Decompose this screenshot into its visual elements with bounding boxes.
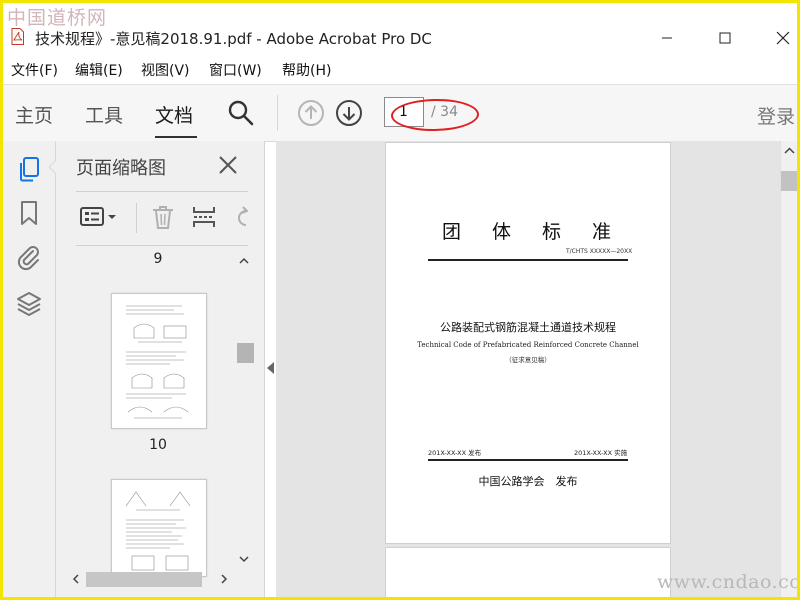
document-page-2 [386, 548, 670, 597]
page-rule-bottom [428, 459, 628, 461]
close-panel-icon[interactable] [216, 153, 240, 177]
doc-scroll-up-icon[interactable] [781, 143, 798, 159]
login-link[interactable]: 登录 [757, 102, 795, 129]
panel-divider [76, 191, 248, 192]
close-icon [776, 31, 790, 45]
thumbnail-preview-2 [125, 491, 191, 571]
search-icon[interactable] [227, 99, 255, 127]
bookmark-icon[interactable] [15, 199, 43, 227]
insert-page-icon[interactable] [190, 203, 218, 231]
panel-divider-2 [76, 245, 248, 246]
trash-icon[interactable] [150, 203, 176, 231]
thumbnail-page-11[interactable] [111, 479, 207, 577]
pdf-file-icon [11, 28, 24, 45]
menu-view[interactable]: 视图(V) [141, 60, 190, 80]
menu-file[interactable]: 文件(F) [11, 60, 58, 80]
scroll-up-icon[interactable] [236, 253, 252, 269]
minimize-button[interactable] [647, 23, 687, 53]
attachment-icon[interactable] [15, 243, 43, 271]
page-rule-top [428, 259, 628, 261]
pages-icon[interactable] [15, 155, 43, 183]
thumbnail-preview [126, 305, 189, 419]
publisher: 中国公路学会 发布 [478, 475, 578, 488]
thumbnail-page-10[interactable] [111, 293, 207, 429]
scroll-thumb[interactable] [237, 343, 254, 363]
draft-subtitle: （征求意见稿） [505, 356, 551, 364]
watermark-top: 中国道桥网 [7, 7, 108, 29]
document-viewer: 团体标准 T/CHTS XXXXX—20XX 公路装配式钢筋混凝土通道技术规程 … [276, 141, 780, 597]
menu-bar: 文件(F) 编辑(E) 视图(V) 窗口(W) 帮助(H) [3, 58, 797, 80]
scroll-down-icon[interactable] [236, 551, 252, 567]
watermark-bottom: www.cndao.com [657, 571, 800, 593]
document-vertical-scrollbar[interactable] [780, 141, 798, 597]
window-title: 技术规程》-意见稿2018.91.pdf - Adobe Acrobat Pro… [35, 30, 432, 48]
panel-title: 页面缩略图 [76, 158, 166, 179]
menu-help[interactable]: 帮助(H) [282, 60, 331, 80]
active-tab-indicator [155, 136, 197, 138]
scroll-right-icon[interactable] [216, 571, 232, 587]
rotate-icon[interactable] [232, 203, 248, 231]
standard-code: T/CHTS XXXXX—20XX [566, 248, 633, 255]
close-button[interactable] [763, 23, 797, 53]
implementation-date: 201X-XX-XX 实施 [574, 449, 628, 457]
minimize-icon [662, 37, 672, 39]
scroll-left-icon[interactable] [68, 571, 84, 587]
thumb-label-9: 9 [153, 251, 163, 267]
thumb-label-10: 10 [149, 437, 167, 453]
thumbnails-vertical-scrollbar[interactable] [236, 251, 254, 571]
previous-page-icon[interactable] [297, 99, 325, 127]
tab-home[interactable]: 主页 [15, 101, 53, 128]
title-chinese: 公路装配式钢筋混凝土通道技术规程 [440, 321, 616, 334]
collapse-panel-icon[interactable] [265, 361, 275, 375]
thumbnails-horizontal-scrollbar[interactable] [68, 571, 238, 587]
page-heading: 团体标准 [441, 221, 642, 243]
title-english: Technical Code of Prefabricated Reinforc… [417, 341, 639, 349]
tool-divider [136, 203, 137, 233]
menu-window[interactable]: 窗口(W) [209, 60, 262, 80]
issue-date: 201X-XX-XX 发布 [428, 449, 482, 457]
document-page-1: 团体标准 T/CHTS XXXXX—20XX 公路装配式钢筋混凝土通道技术规程 … [386, 143, 670, 543]
thumbnails-panel: 页面缩略图 9 10 [56, 141, 265, 597]
layers-icon[interactable] [15, 289, 43, 317]
tab-tools[interactable]: 工具 [85, 101, 123, 128]
tab-document[interactable]: 文档 [155, 101, 193, 128]
hscroll-thumb[interactable] [86, 572, 202, 587]
left-rail [3, 141, 56, 597]
next-page-icon[interactable] [335, 99, 363, 127]
title-bar: 中国道桥网 技术规程》-意见稿2018.91.pdf - Adobe Acrob… [3, 3, 797, 53]
maximize-icon [719, 32, 731, 44]
app-frame: 中国道桥网 技术规程》-意见稿2018.91.pdf - Adobe Acrob… [0, 0, 800, 600]
maximize-button[interactable] [705, 23, 745, 53]
menu-edit[interactable]: 编辑(E) [75, 60, 123, 80]
options-menu-icon[interactable] [78, 203, 120, 231]
toolbar-divider [277, 95, 278, 131]
doc-scroll-thumb[interactable] [781, 171, 797, 191]
